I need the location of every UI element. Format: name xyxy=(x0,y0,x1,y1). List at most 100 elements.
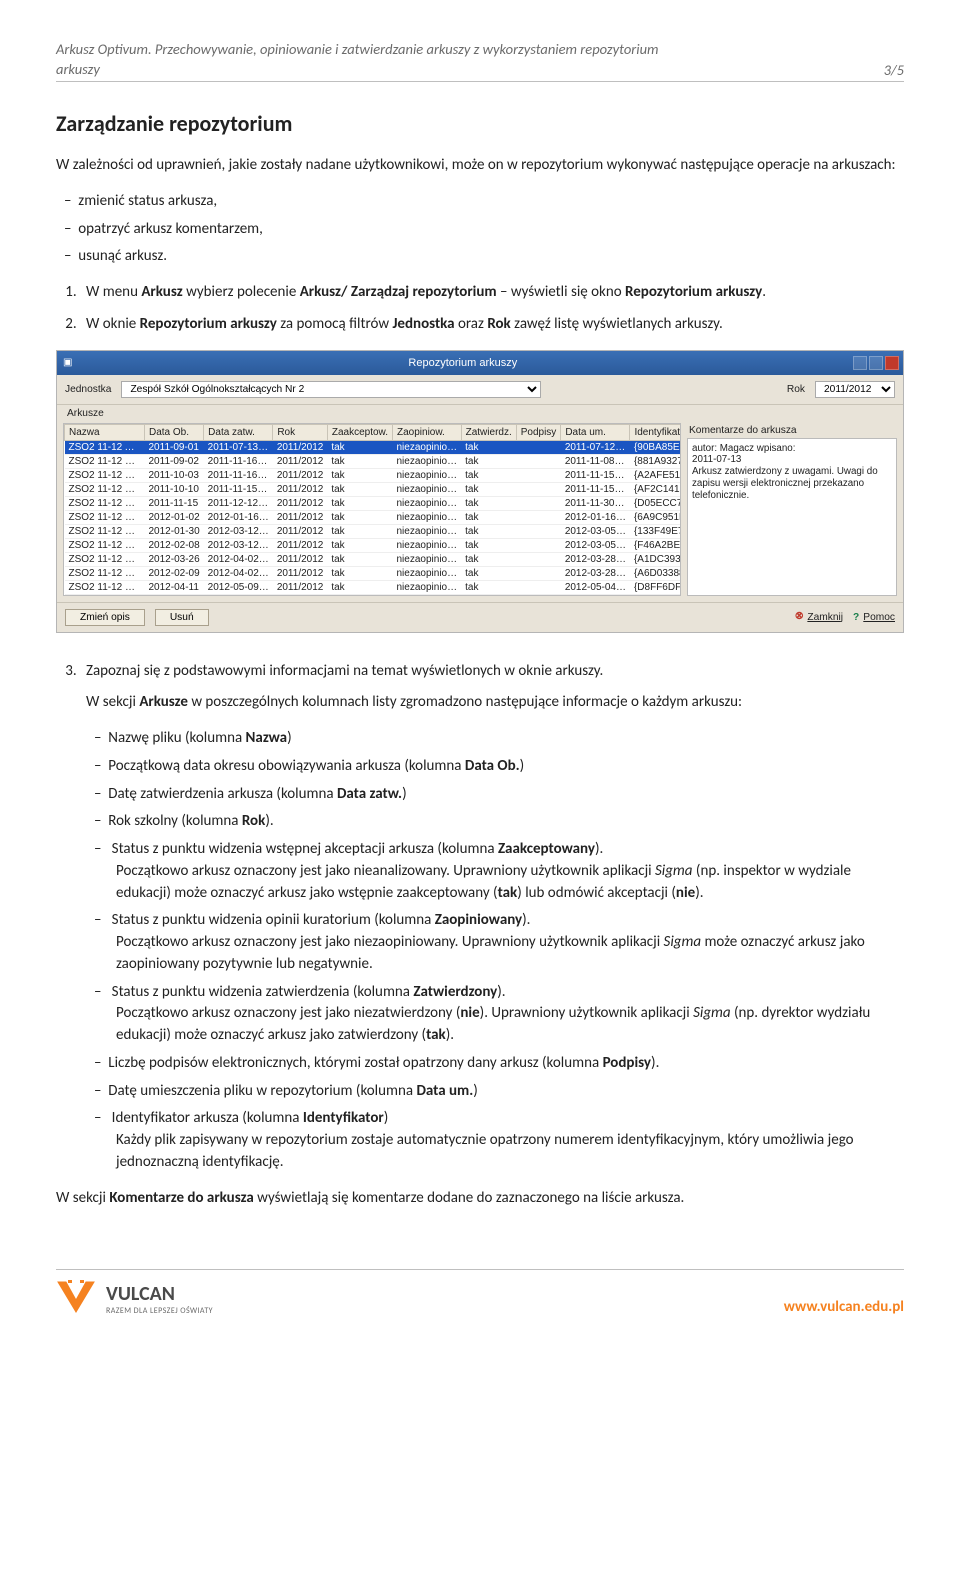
table-cell: 2011/2012 xyxy=(273,496,328,510)
table-cell xyxy=(516,552,561,566)
table-row[interactable]: ZSO2 11-12 an8a 26-…2012-03-262012-04-02… xyxy=(65,552,682,566)
column-header[interactable]: Data zatw. xyxy=(204,424,273,440)
table-cell: niezaopinio… xyxy=(393,566,462,580)
column-header[interactable]: Zaopiniow. xyxy=(393,424,462,440)
table-cell: 2011-11-15… xyxy=(561,482,630,496)
comments-header: Komentarze do arkusza xyxy=(687,423,897,438)
table-row[interactable]: ZSO2 11-12 A.ar+2011-09-012011-07-13…201… xyxy=(65,440,682,454)
step-3: Zapoznaj się z podstawowymi informacjami… xyxy=(80,661,904,1210)
table-cell: 2012-01-30 xyxy=(145,524,204,538)
table-cell: tak xyxy=(327,538,392,552)
table-cell: tak xyxy=(327,580,392,594)
table-cell: 2011-09-02 xyxy=(145,454,204,468)
column-header[interactable]: Rok xyxy=(273,424,328,440)
filter-unit-select[interactable]: Zespół Szkół Ogólnokształcących Nr 2 xyxy=(121,381,541,398)
table-cell: 2011/2012 xyxy=(273,454,328,468)
change-description-button[interactable]: Zmień opis xyxy=(65,609,145,626)
column-header[interactable]: Data Ob. xyxy=(145,424,204,440)
table-cell: tak xyxy=(327,524,392,538)
table-cell: tak xyxy=(327,440,392,454)
table-cell: {D05ECC71-C3F7-4CBA-B… xyxy=(630,496,681,510)
table-cell: tak xyxy=(327,566,392,580)
table-cell xyxy=(516,482,561,496)
page-number: 3/5 xyxy=(872,61,904,79)
brand-name: VULCAN xyxy=(106,1282,213,1306)
delete-button[interactable]: Usuń xyxy=(155,609,209,626)
table-row[interactable]: ZSO2 11-12 an2a 03-…2011-10-032011-11-16… xyxy=(65,468,682,482)
table-cell: 2011/2012 xyxy=(273,538,328,552)
table-cell xyxy=(516,580,561,594)
minimize-icon[interactable] xyxy=(853,356,867,370)
table-cell: ZSO2 11-12 an5a 02-… xyxy=(65,510,145,524)
table-cell: 2012-03-05… xyxy=(561,538,630,552)
table-cell: 2011-11-15… xyxy=(561,468,630,482)
table-cell: 2011-12-12… xyxy=(204,496,273,510)
column-header[interactable]: Data um. xyxy=(561,424,630,440)
column-header[interactable]: Zaakceptow. xyxy=(327,424,392,440)
table-cell: 2012-03-28… xyxy=(561,566,630,580)
table-cell: {A1DC3933-9238-4868-BC… xyxy=(630,552,681,566)
intro-bullet: opatrzyć arkusz komentarzem, xyxy=(86,219,904,241)
table-cell: 2011-11-15… xyxy=(204,482,273,496)
table-cell: 2011-07-12… xyxy=(561,440,630,454)
table-cell: 2011/2012 xyxy=(273,580,328,594)
table-cell: tak xyxy=(461,440,516,454)
filter-unit-label: Jednostka xyxy=(65,384,111,395)
table-cell: 2011/2012 xyxy=(273,510,328,524)
app-title: Repozytorium arkuszy xyxy=(73,357,853,369)
close-button[interactable]: ⮿ Zamknij xyxy=(795,611,843,623)
app-window-repozytorium: ▣ Repozytorium arkuszy Jednostka Zespół … xyxy=(56,350,904,633)
table-row[interactable]: ZSO2 11-12 an7b 09-…2012-02-092012-04-02… xyxy=(65,566,682,580)
table-cell: tak xyxy=(327,468,392,482)
help-button[interactable]: ? Pomoc xyxy=(853,612,895,623)
step-2: W oknie Repozytorium arkuszy za pomocą f… xyxy=(80,314,904,336)
table-cell: {6A9C951B-107A-41E1-96… xyxy=(630,510,681,524)
table-row[interactable]: ZSO2 11-12 an3a 10-…2011-10-102011-11-15… xyxy=(65,482,682,496)
table-cell: 2011-09-01 xyxy=(145,440,204,454)
close-icon[interactable] xyxy=(885,356,899,370)
table-cell: tak xyxy=(461,482,516,496)
table-cell: {A2AFE518-A8C2-4F81-AE… xyxy=(630,468,681,482)
header-title-line2: arkuszy xyxy=(56,60,100,78)
table-row[interactable]: ZSO2 11-12 an6a 30-…2012-01-302012-03-12… xyxy=(65,524,682,538)
table-cell: niezaopinio… xyxy=(393,482,462,496)
table-row[interactable]: ZSO2 11-12 an5a 02-…2012-01-022012-01-16… xyxy=(65,510,682,524)
table-cell: niezaopinio… xyxy=(393,440,462,454)
table-cell: 2012-03-28… xyxy=(561,552,630,566)
column-header[interactable]: Zatwierdz. xyxy=(461,424,516,440)
column-header[interactable]: Nazwa xyxy=(65,424,145,440)
column-header[interactable]: Podpisy xyxy=(516,424,561,440)
table-cell: {D8FF6DF5-FB48-4817-80… xyxy=(630,580,681,594)
table-cell: tak xyxy=(461,468,516,482)
table-cell: tak xyxy=(461,524,516,538)
table-cell: 2012-04-02… xyxy=(204,552,273,566)
maximize-icon[interactable] xyxy=(869,356,883,370)
table-cell: 2011/2012 xyxy=(273,468,328,482)
table-cell: niezaopinio… xyxy=(393,454,462,468)
table-cell: 2012-01-02 xyxy=(145,510,204,524)
table-cell: {A6D03388-4F89-4AD0-A… xyxy=(630,566,681,580)
table-cell: ZSO2 11-12 an8a 26-… xyxy=(65,552,145,566)
table-cell: {133F49E7-971A-4B0D-85… xyxy=(630,524,681,538)
filter-bar: Jednostka Zespół Szkół Ogólnokształcącyc… xyxy=(57,375,903,405)
filter-year-select[interactable]: 2011/2012 xyxy=(815,381,895,398)
close-door-icon: ⮿ xyxy=(795,611,803,623)
table-cell: niezaopinio… xyxy=(393,552,462,566)
titlebar: ▣ Repozytorium arkuszy xyxy=(57,351,903,375)
table-cell: niezaopinio… xyxy=(393,538,462,552)
table-cell: 2011/2012 xyxy=(273,440,328,454)
table-cell: tak xyxy=(327,510,392,524)
table-row[interactable]: ZSO2 11-12 an4a 15-…2011-11-152011-12-12… xyxy=(65,496,682,510)
table-cell xyxy=(516,566,561,580)
arkusze-table[interactable]: NazwaData Ob.Data zatw.RokZaakceptow.Zao… xyxy=(64,424,681,595)
table-cell: 2012-03-26 xyxy=(145,552,204,566)
arkusze-table-wrap: NazwaData Ob.Data zatw.RokZaakceptow.Zao… xyxy=(63,423,681,596)
footer-site-link: www.vulcan.edu.pl xyxy=(784,1298,904,1316)
table-cell: 2012-02-08 xyxy=(145,538,204,552)
section-heading: Zarządzanie repozytorium xyxy=(56,110,904,137)
header-title-line1: Arkusz Optivum. Przechowywanie, opiniowa… xyxy=(56,40,659,58)
column-header[interactable]: Identyfikator xyxy=(630,424,681,440)
table-row[interactable]: ZSO2 11-12 an9a 11-…2012-04-112012-05-09… xyxy=(65,580,682,594)
table-row[interactable]: ZSO2 11-12 an7a 08-…2012-02-082012-03-12… xyxy=(65,538,682,552)
table-row[interactable]: ZSO2 11-12 an1a 02-…2011-09-022011-11-16… xyxy=(65,454,682,468)
